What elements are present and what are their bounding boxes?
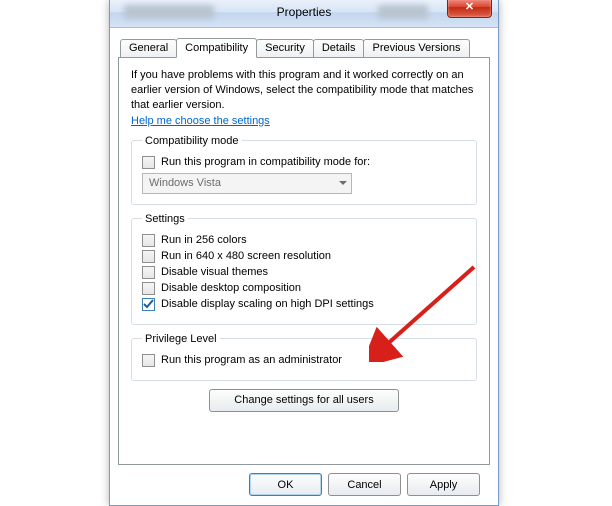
title-app-name-blurred bbox=[124, 5, 214, 19]
help-link[interactable]: Help me choose the settings bbox=[131, 115, 270, 127]
window-title: Properties bbox=[277, 5, 332, 19]
checkbox-run-as-admin[interactable] bbox=[142, 354, 155, 367]
combo-os-value: Windows Vista bbox=[149, 177, 221, 189]
legend-privilege: Privilege Level bbox=[142, 333, 220, 345]
title-bar: Properties ✕ bbox=[110, 0, 498, 28]
legend-settings: Settings bbox=[142, 213, 188, 225]
apply-button[interactable]: Apply bbox=[407, 473, 480, 496]
tab-general[interactable]: General bbox=[120, 39, 177, 57]
label-disable-composition: Disable desktop composition bbox=[161, 282, 301, 294]
close-button[interactable]: ✕ bbox=[447, 0, 492, 18]
tab-compatibility[interactable]: Compatibility bbox=[176, 38, 257, 58]
checkbox-640x480[interactable] bbox=[142, 250, 155, 263]
checkbox-disable-themes[interactable] bbox=[142, 266, 155, 279]
title-right-blurred bbox=[378, 5, 428, 19]
checkbox-compat-mode[interactable] bbox=[142, 156, 155, 169]
ok-button[interactable]: OK bbox=[249, 473, 322, 496]
combo-os-version[interactable]: Windows Vista bbox=[142, 173, 352, 194]
properties-dialog: Properties ✕ General Compatibility Secur… bbox=[109, 0, 499, 506]
tab-strip: General Compatibility Security Details P… bbox=[118, 34, 490, 57]
label-disable-themes: Disable visual themes bbox=[161, 266, 268, 278]
change-all-users-button[interactable]: Change settings for all users bbox=[209, 389, 399, 412]
label-256-colors: Run in 256 colors bbox=[161, 234, 247, 246]
group-privilege-level: Privilege Level Run this program as an a… bbox=[131, 333, 477, 381]
intro-text: If you have problems with this program a… bbox=[131, 68, 477, 113]
legend-compat-mode: Compatibility mode bbox=[142, 135, 242, 147]
group-compatibility-mode: Compatibility mode Run this program in c… bbox=[131, 135, 477, 205]
label-run-as-admin: Run this program as an administrator bbox=[161, 354, 342, 366]
group-settings: Settings Run in 256 colors Run in 640 x … bbox=[131, 213, 477, 325]
label-disable-dpi-scaling: Disable display scaling on high DPI sett… bbox=[161, 298, 374, 310]
checkbox-disable-dpi-scaling[interactable] bbox=[142, 298, 155, 311]
checkbox-256-colors[interactable] bbox=[142, 234, 155, 247]
close-icon: ✕ bbox=[465, 1, 474, 13]
tab-previous-versions[interactable]: Previous Versions bbox=[363, 39, 469, 57]
tab-security[interactable]: Security bbox=[256, 39, 314, 57]
tab-panel-compatibility: If you have problems with this program a… bbox=[118, 57, 490, 465]
cancel-button[interactable]: Cancel bbox=[328, 473, 401, 496]
dialog-footer: OK Cancel Apply bbox=[118, 465, 490, 496]
chevron-down-icon bbox=[339, 181, 347, 185]
label-640x480: Run in 640 x 480 screen resolution bbox=[161, 250, 331, 262]
tab-details[interactable]: Details bbox=[313, 39, 365, 57]
label-compat-mode: Run this program in compatibility mode f… bbox=[161, 156, 370, 168]
checkbox-disable-composition[interactable] bbox=[142, 282, 155, 295]
